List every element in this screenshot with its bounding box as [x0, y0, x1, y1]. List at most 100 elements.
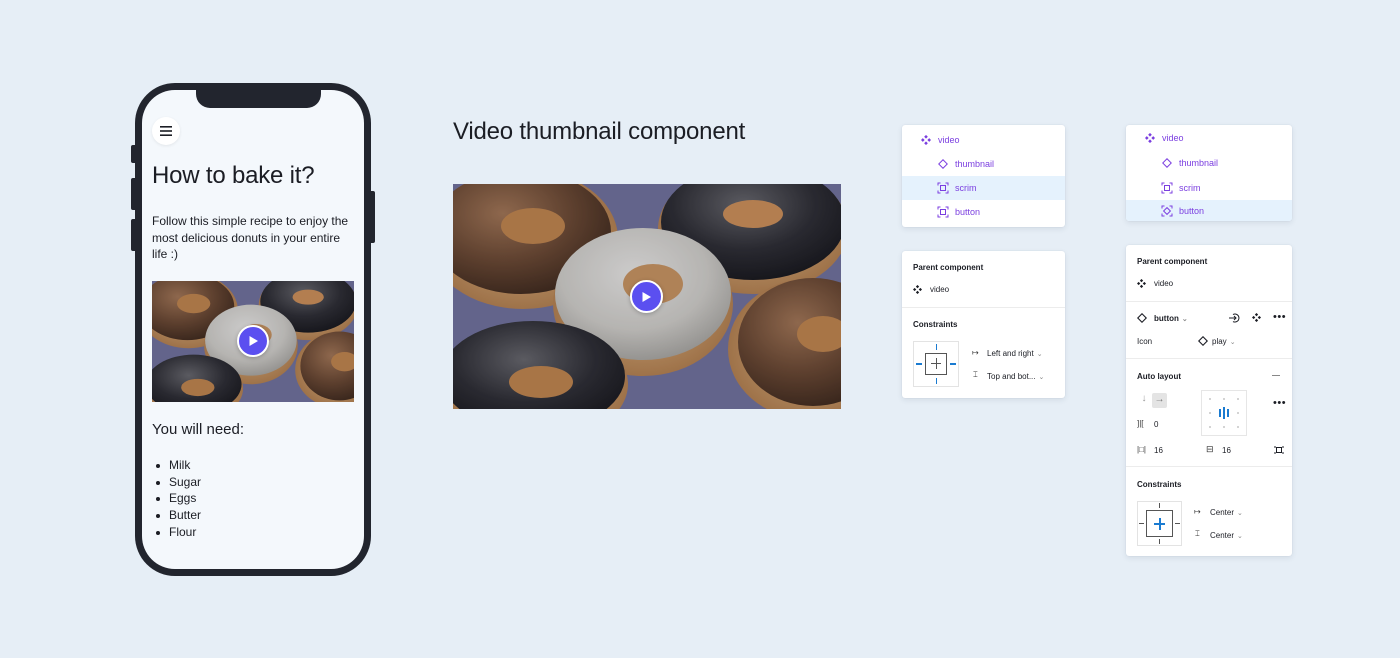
play-button[interactable]: [237, 325, 269, 357]
constraint-right[interactable]: [1175, 523, 1180, 524]
layer-label: thumbnail: [1179, 157, 1219, 168]
more-options-icon[interactable]: •••: [1273, 312, 1286, 323]
chevron-down-icon: ⌄: [1229, 339, 1236, 346]
spacing-icon: ]|[: [1137, 419, 1144, 428]
constraints-heading: Constraints: [913, 320, 958, 329]
remove-auto-layout-icon[interactable]: [1272, 375, 1280, 376]
layer-item-button[interactable]: button: [1126, 200, 1292, 221]
horizontal-constraint-value: Left and right: [987, 349, 1034, 358]
constraints-widget[interactable]: [913, 341, 959, 387]
divider: [902, 307, 1065, 308]
layer-label: scrim: [955, 183, 977, 193]
component-icon: [912, 284, 923, 296]
more-options-icon[interactable]: •••: [1273, 398, 1286, 409]
vertical-padding-icon: ⊟: [1206, 444, 1214, 454]
constraint-top[interactable]: [1159, 503, 1160, 508]
vertical-constraint-icon: ⌶: [973, 370, 978, 379]
component-icon: [1144, 132, 1156, 144]
vertical-constraint-value: Top and bot...: [987, 372, 1036, 381]
vertical-constraint-select[interactable]: Top and bot... ⌄: [987, 372, 1044, 381]
chevron-down-icon: ⌄: [1038, 374, 1045, 381]
hamburger-icon: [160, 126, 172, 136]
layer-label: thumbnail: [955, 159, 995, 169]
constraint-top[interactable]: [935, 344, 937, 350]
phone-notch: [196, 90, 321, 108]
constraint-bottom[interactable]: [1159, 539, 1160, 544]
frame-icon: [1161, 182, 1173, 194]
instance-icon: [1197, 335, 1209, 348]
chevron-down-icon: ⌄: [1237, 510, 1243, 517]
play-button[interactable]: [630, 280, 663, 313]
layer-item-scrim[interactable]: scrim: [902, 176, 1065, 200]
layer-item-video[interactable]: video: [902, 128, 1065, 152]
properties-panel-button: Parent component video button ⌄ ••• Icon …: [1126, 245, 1292, 556]
list-item: Butter: [152, 507, 201, 524]
horizontal-constraint-icon: ↦: [972, 348, 979, 357]
layer-label: video: [1162, 132, 1184, 143]
parent-component-heading: Parent component: [1137, 257, 1208, 266]
layer-item-video[interactable]: video: [1126, 125, 1292, 150]
instance-name: button: [1154, 314, 1179, 323]
video-thumbnail-component[interactable]: [453, 184, 841, 409]
horizontal-constraint-value: Center: [1210, 508, 1235, 517]
phone-volume-up: [131, 178, 137, 210]
phone-video-thumbnail[interactable]: [152, 281, 354, 402]
independent-padding-icon[interactable]: [1274, 445, 1284, 457]
horizontal-constraint-select[interactable]: Center ⌄: [1210, 508, 1243, 517]
constraint-center-v[interactable]: [1158, 518, 1161, 530]
ingredients-list: Milk Sugar Eggs Butter Flour: [152, 457, 201, 541]
layer-label: scrim: [1179, 182, 1201, 193]
layers-panel-button: video thumbnail scrim button: [1126, 125, 1292, 221]
constraint-left[interactable]: [1139, 523, 1144, 524]
instance-icon: [1161, 157, 1173, 169]
parent-component-heading: Parent component: [913, 263, 984, 272]
frame-icon: [937, 182, 949, 194]
spacing-input[interactable]: 0: [1154, 420, 1158, 429]
properties-panel-scrim: Parent component video Constraints ↦ Lef…: [902, 251, 1065, 398]
layer-label: button: [1179, 205, 1205, 216]
phone-volume-down: [131, 219, 137, 251]
go-to-main-component-icon[interactable]: [1228, 312, 1241, 326]
instance-icon: [937, 158, 949, 170]
vertical-constraint-value: Center: [1210, 531, 1235, 540]
instance-icon: [1136, 312, 1148, 325]
chevron-down-icon: ⌄: [1036, 351, 1043, 358]
chevron-down-icon: ⌄: [1237, 533, 1243, 540]
vertical-padding-input[interactable]: 16: [1222, 446, 1231, 455]
layer-item-button[interactable]: button: [902, 200, 1065, 224]
parent-component-name[interactable]: video: [930, 285, 949, 294]
icon-property-label: Icon: [1137, 337, 1153, 346]
layers-panel-scrim: video thumbnail scrim button: [902, 125, 1065, 227]
constraint-right[interactable]: [950, 363, 956, 365]
layer-item-scrim[interactable]: scrim: [1126, 175, 1292, 200]
divider: [1126, 358, 1292, 359]
constraint-left[interactable]: [916, 363, 922, 365]
recipe-description: Follow this simple recipe to enjoy the m…: [152, 214, 349, 261]
alignment-grid[interactable]: [1201, 390, 1247, 436]
vertical-constraint-icon: ⌶: [1195, 529, 1200, 538]
arrow-down-icon[interactable]: ↓: [1137, 393, 1151, 407]
vertical-constraint-select[interactable]: Center ⌄: [1210, 531, 1243, 540]
constraint-cross-v: [935, 358, 937, 369]
constraint-bottom[interactable]: [935, 378, 937, 384]
horizontal-padding-input[interactable]: 16: [1154, 446, 1163, 455]
parent-component-name[interactable]: video: [1154, 279, 1173, 288]
ingredients-heading: You will need:: [152, 421, 245, 438]
page-title: How to bake it?: [152, 162, 315, 189]
menu-button[interactable]: [152, 117, 180, 145]
instance-frame-icon: [1161, 205, 1173, 217]
horizontal-constraint-select[interactable]: Left and right ⌄: [987, 349, 1043, 358]
constraints-widget[interactable]: [1137, 501, 1182, 546]
arrow-right-icon[interactable]: →: [1152, 393, 1167, 408]
layer-item-thumbnail[interactable]: thumbnail: [1126, 150, 1292, 175]
component-icon: [920, 134, 932, 146]
play-icon: [642, 291, 651, 302]
divider: [1126, 466, 1292, 467]
icon-property-select[interactable]: play ⌄: [1212, 337, 1236, 346]
chevron-down-icon: ⌄: [1181, 316, 1188, 323]
frame-icon: [937, 206, 949, 218]
horizontal-padding-icon: |□|: [1137, 445, 1146, 454]
layer-item-thumbnail[interactable]: thumbnail: [902, 152, 1065, 176]
component-icon[interactable]: [1251, 312, 1262, 324]
instance-select[interactable]: button ⌄: [1154, 314, 1188, 323]
